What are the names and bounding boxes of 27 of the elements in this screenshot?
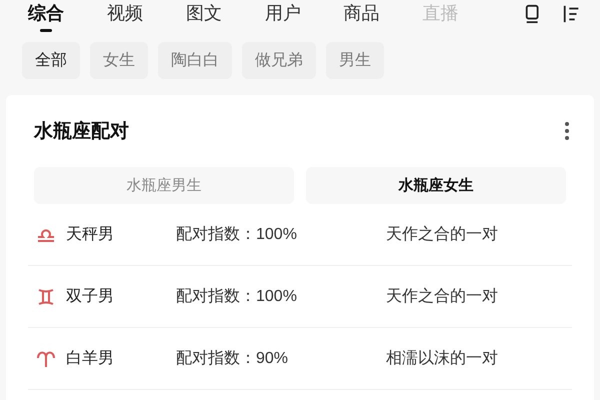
- sign-name: 双子男: [66, 287, 115, 307]
- sign-name: 白羊男: [66, 349, 115, 369]
- search-tab[interactable]: 用户: [264, 2, 301, 24]
- match-description: 天作之合的一对: [386, 286, 498, 307]
- segment-tab[interactable]: 水瓶座女生: [306, 167, 566, 204]
- match-description: 天作之合的一对: [386, 224, 498, 245]
- tablet-icon[interactable]: [524, 4, 540, 24]
- gemini-icon: [36, 286, 56, 306]
- search-tab[interactable]: 图文: [186, 2, 222, 24]
- match-score: 配对指数：90%: [176, 348, 290, 369]
- filter-chip[interactable]: 女生: [90, 42, 148, 79]
- card-title: 水瓶座配对: [34, 120, 129, 144]
- sign-name: 天秤男: [66, 225, 115, 245]
- filter-chip[interactable]: 做兄弟: [242, 42, 316, 79]
- match-score: 配对指数：100%: [176, 286, 298, 307]
- tab-indicator: [40, 29, 52, 32]
- match-description: 相濡以沫的一对: [386, 348, 498, 369]
- more-icon[interactable]: [564, 121, 570, 141]
- filter-chip[interactable]: 全部: [22, 42, 80, 79]
- filter-icon[interactable]: [562, 4, 580, 24]
- match-score: 配对指数：100%: [176, 224, 298, 245]
- search-tab[interactable]: 商品: [344, 2, 380, 24]
- aries-icon: [36, 348, 56, 368]
- search-tab[interactable]: 视频: [106, 2, 143, 24]
- filter-chip[interactable]: 陶白白: [158, 42, 232, 79]
- filter-chip[interactable]: 男生: [326, 42, 384, 79]
- search-tab[interactable]: 综合: [28, 2, 64, 24]
